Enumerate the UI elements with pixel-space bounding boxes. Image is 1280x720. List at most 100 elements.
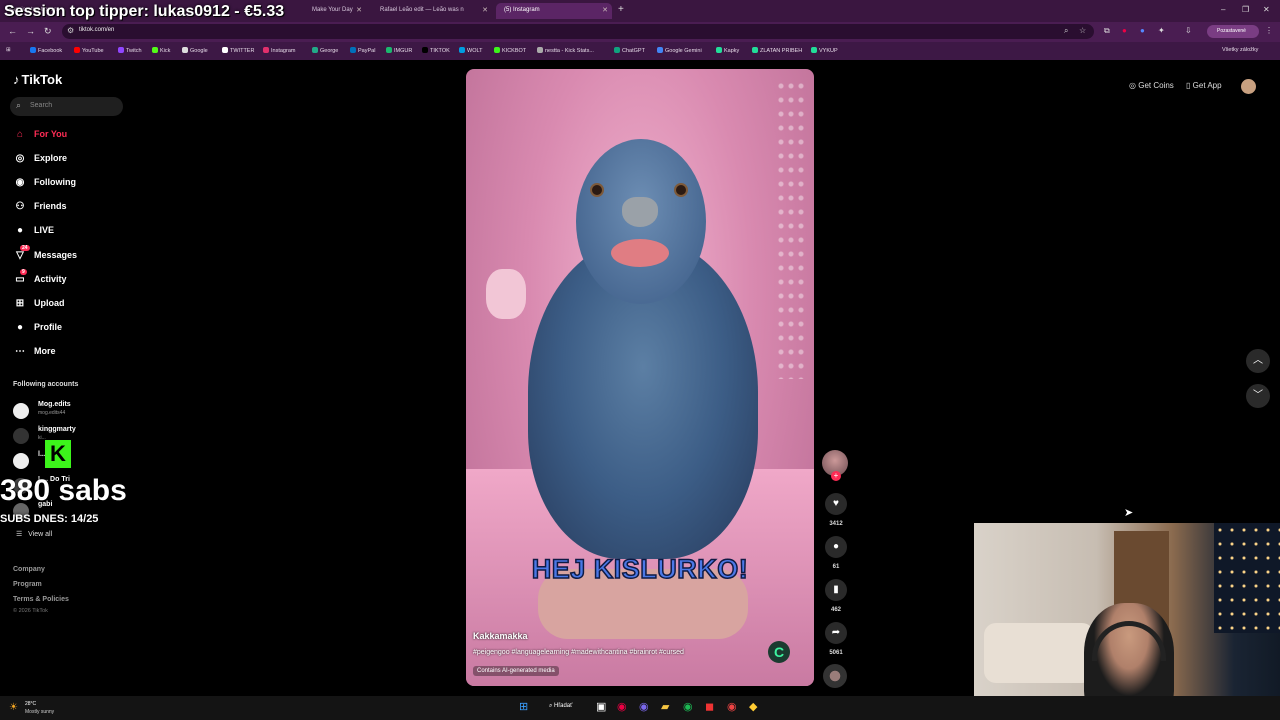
window-close-icon[interactable]: ✕ bbox=[1263, 5, 1270, 14]
nav-messages[interactable]: ▽ 24 Messages bbox=[12, 245, 77, 266]
following-account[interactable]: kinggmarty ki... bbox=[13, 426, 133, 446]
all-bookmarks[interactable]: Všetky záložky bbox=[1222, 47, 1258, 53]
search-input[interactable]: ⌕ Search bbox=[10, 97, 123, 116]
taskbar-search[interactable]: ⌕ Hľadať bbox=[541, 700, 591, 715]
bookmark-item[interactable]: nestta - Kick Stats... bbox=[537, 47, 594, 54]
nav-for-you[interactable]: ⌂ For You bbox=[12, 129, 67, 145]
nav-activity[interactable]: ▭ 9 Activity bbox=[12, 269, 67, 290]
video-hashtags[interactable]: #peigengoo #languagelearning #madewithca… bbox=[473, 649, 684, 656]
extension-icon[interactable]: ⧉ bbox=[1104, 26, 1110, 36]
list-icon: ☰ bbox=[16, 531, 23, 538]
address-bar[interactable]: ⚙ tiktok.com/en ⌕ ☆ bbox=[62, 24, 1094, 39]
bookmark-item[interactable]: ChatGPT bbox=[614, 47, 645, 54]
bookmark-icon: ▮ bbox=[833, 584, 839, 595]
weather-icon[interactable]: ☀ bbox=[9, 702, 18, 713]
bookmark-item[interactable]: Instagram bbox=[263, 47, 295, 54]
comment-button[interactable]: ● bbox=[825, 536, 847, 558]
video-author[interactable]: Kakkamakka bbox=[473, 631, 528, 641]
bookmark-item[interactable]: TIKTOK bbox=[422, 47, 450, 54]
previous-video-button[interactable]: ︿ bbox=[1246, 349, 1270, 373]
close-icon[interactable]: ✕ bbox=[356, 6, 362, 14]
close-icon[interactable]: ✕ bbox=[482, 6, 488, 14]
avatar bbox=[13, 403, 29, 419]
bookmark-item[interactable]: YouTube bbox=[74, 47, 104, 54]
footer-link-company[interactable]: Company bbox=[13, 566, 45, 573]
webcam-overlay bbox=[974, 523, 1280, 700]
bookmark-star-icon[interactable]: ☆ bbox=[1079, 26, 1086, 35]
bookmark-item[interactable]: ZLATAN PRIBEH bbox=[752, 47, 802, 54]
extension-icon[interactable]: ● bbox=[1122, 26, 1127, 35]
tab-title: Rafael Leão edit — Leão was n bbox=[380, 7, 464, 13]
copyright: © 2026 TikTok bbox=[13, 608, 48, 614]
tab-instagram[interactable]: (5) Instagram ✕ bbox=[496, 3, 612, 19]
reload-icon[interactable]: ↻ bbox=[44, 26, 52, 37]
app-icon[interactable]: ◆ bbox=[749, 700, 757, 713]
nav-upload[interactable]: ⊞ Upload bbox=[12, 298, 65, 314]
get-app-button[interactable]: ▯ Get App bbox=[1186, 81, 1222, 90]
following-account[interactable]: Mog.edits mog.edits44 bbox=[13, 401, 133, 421]
nav-profile[interactable]: ● Profile bbox=[12, 322, 62, 338]
next-video-button[interactable]: ﹀ bbox=[1246, 384, 1270, 408]
new-tab-icon[interactable]: + bbox=[618, 4, 624, 15]
download-icon[interactable]: ⇩ bbox=[1185, 26, 1192, 35]
nav-live[interactable]: ● LIVE bbox=[12, 225, 54, 241]
view-all-link[interactable]: ☰ View all bbox=[16, 530, 52, 538]
following-account[interactable]: l... bbox=[13, 451, 133, 471]
app-icon[interactable]: ◉ bbox=[727, 700, 737, 713]
apps-icon[interactable]: ⊞ bbox=[6, 47, 11, 53]
site-info-icon[interactable]: ⚙ bbox=[67, 26, 74, 35]
chevron-up-icon: ︿ bbox=[1253, 355, 1263, 366]
window-night-view bbox=[1214, 523, 1280, 633]
get-coins-button[interactable]: ◎ Get Coins bbox=[1129, 81, 1174, 90]
bookmark-item[interactable]: PayPal bbox=[350, 47, 375, 54]
tab-rafael-leao[interactable]: Rafael Leão edit — Leão was n ✕ bbox=[372, 3, 492, 19]
like-button[interactable]: ♥ bbox=[825, 493, 847, 515]
bookmark-item[interactable]: Google Gemini bbox=[657, 47, 702, 54]
extension-icon[interactable]: ● bbox=[1140, 26, 1145, 35]
discord-icon[interactable]: ◉ bbox=[639, 700, 649, 713]
chrome-icon[interactable]: ◉ bbox=[617, 700, 627, 713]
menu-icon[interactable]: ⋮ bbox=[1265, 26, 1273, 35]
bookmark-item[interactable]: Twitch bbox=[118, 47, 142, 54]
activity-icon: ▭ 9 bbox=[15, 269, 27, 285]
footer-link-program[interactable]: Program bbox=[13, 581, 42, 588]
task-view-icon[interactable]: ▣ bbox=[596, 700, 606, 713]
search-icon: ⌕ bbox=[16, 100, 22, 110]
nav-more[interactable]: ⋯ More bbox=[12, 346, 56, 362]
save-count: 462 bbox=[830, 607, 841, 613]
music-disc[interactable] bbox=[823, 664, 847, 688]
bookmark-item[interactable]: IMGUR bbox=[386, 47, 412, 54]
bookmark-item[interactable]: Google bbox=[182, 47, 208, 54]
video-player[interactable]: HEJ KISLURKO! Kakkamakka #peigengoo #lan… bbox=[466, 69, 814, 686]
coin-icon: ◎ bbox=[1129, 81, 1136, 90]
nav-explore[interactable]: ◎ Explore bbox=[12, 153, 67, 169]
back-icon[interactable]: ← bbox=[8, 26, 17, 36]
minimize-icon[interactable]: – bbox=[1221, 5, 1225, 14]
app-icon[interactable]: ◼ bbox=[705, 700, 714, 713]
bookmark-item[interactable]: WOLT bbox=[459, 47, 482, 54]
folder-icon[interactable]: ▰ bbox=[661, 700, 669, 713]
bookmark-item[interactable]: George bbox=[312, 47, 338, 54]
bookmark-item[interactable]: Facebook bbox=[30, 47, 62, 54]
nav-friends[interactable]: ⚇ Friends bbox=[12, 201, 67, 217]
zoom-icon[interactable]: ⌕ bbox=[1064, 26, 1068, 36]
nav-following[interactable]: ◉ Following bbox=[12, 177, 76, 193]
bookmark-item[interactable]: Kick bbox=[152, 47, 170, 54]
windows-start-icon[interactable]: ⊞ bbox=[519, 700, 528, 713]
save-button[interactable]: ▮ bbox=[825, 579, 847, 601]
profile-button[interactable]: Pozastavené bbox=[1207, 25, 1259, 38]
bookmark-item[interactable]: Kapky bbox=[716, 47, 739, 54]
bookmark-item[interactable]: KICKBOT bbox=[494, 47, 526, 54]
bookmark-item[interactable]: VYKUP bbox=[811, 47, 838, 54]
share-button[interactable]: ➦ bbox=[825, 622, 847, 644]
maximize-icon[interactable]: ❐ bbox=[1242, 5, 1249, 14]
bookmark-item[interactable]: TWITTER bbox=[222, 47, 254, 54]
close-icon[interactable]: ✕ bbox=[602, 6, 608, 14]
tiktok-logo[interactable]: ♪ TikTok bbox=[13, 72, 62, 87]
puzzle-icon[interactable]: ✦ bbox=[1158, 26, 1165, 35]
footer-link-terms[interactable]: Terms & Policies bbox=[13, 596, 69, 603]
follow-plus-icon[interactable]: + bbox=[831, 471, 841, 481]
user-avatar[interactable] bbox=[1241, 79, 1256, 94]
spotify-icon[interactable]: ◉ bbox=[683, 700, 693, 713]
forward-icon[interactable]: → bbox=[26, 26, 35, 36]
